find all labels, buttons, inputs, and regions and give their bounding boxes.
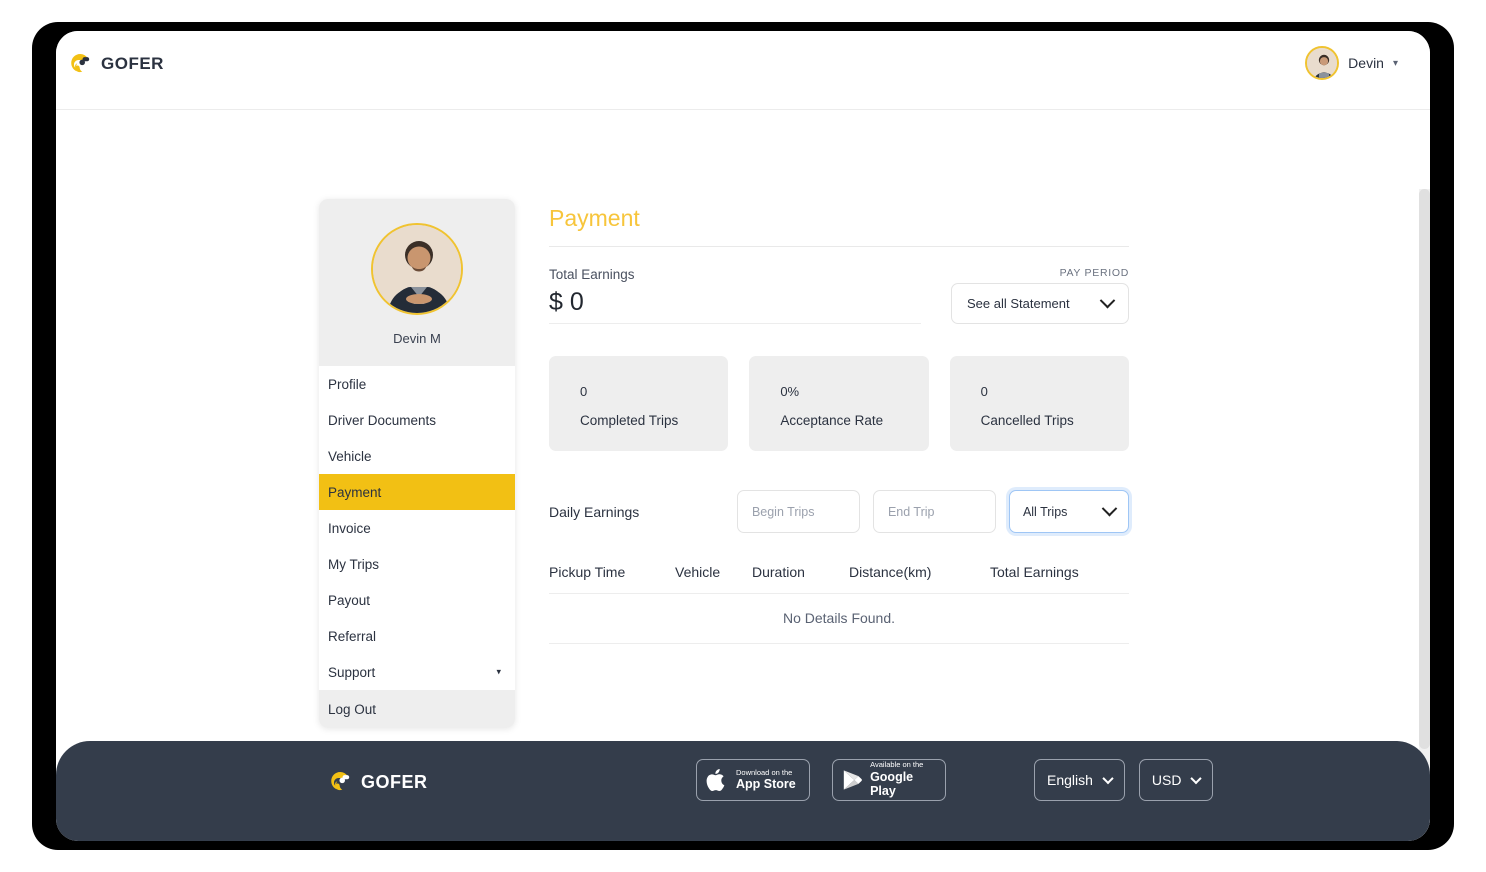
google-play-badge-bottom: Google Play [870, 769, 914, 799]
footer-logo[interactable]: GOFER [328, 769, 428, 795]
stat-card-acceptance-rate: 0% Acceptance Rate [749, 356, 929, 451]
chevron-down-icon: ▾ [496, 666, 501, 677]
daily-earnings-label: Daily Earnings [549, 503, 640, 520]
begin-trips-input[interactable] [736, 490, 860, 533]
stat-value: 0 [980, 384, 988, 399]
column-header-distance: Distance(km) [849, 564, 932, 580]
column-header-duration: Duration [752, 564, 805, 580]
sidebar-item-payout[interactable]: Payout [319, 582, 515, 618]
gofer-logo-icon [331, 772, 350, 791]
trip-type-select-value: All Trips [1022, 504, 1068, 519]
top-navigation-bar: GOFER Devin ▾ [56, 31, 1430, 110]
sidebar-item-label: Support [328, 664, 376, 680]
stat-value: 0 [580, 384, 588, 399]
sidebar-item-referral[interactable]: Referral [319, 618, 515, 654]
total-earnings-divider [549, 323, 921, 324]
sidebar-item-payment[interactable]: Payment [319, 474, 515, 510]
sidebar-item-label: Driver Documents [328, 412, 437, 428]
currency-select[interactable]: USD [1138, 759, 1214, 801]
profile-avatar-image [373, 225, 461, 313]
user-menu[interactable]: Devin ▾ [1305, 46, 1398, 80]
chevron-down-icon: ▾ [1392, 57, 1398, 69]
page-title: Payment [549, 205, 1129, 247]
stat-card-cancelled-trips: 0 Cancelled Trips [949, 356, 1129, 451]
page-content: Devin M Profile Driver Documents Vehicle… [56, 110, 1430, 841]
header-logo[interactable]: GOFER [68, 51, 164, 77]
sidebar-menu: Profile Driver Documents Vehicle Payment… [319, 366, 515, 728]
gofer-logo-icon [71, 54, 90, 73]
google-play-icon [843, 770, 862, 790]
google-play-badge-text: Available on the Google Play [870, 760, 936, 799]
table-empty-message: No Details Found. [549, 594, 1129, 644]
chevron-down-icon [1101, 500, 1118, 517]
column-header-total-earnings: Total Earnings [990, 564, 1079, 580]
header-logo-text: GOFER [101, 54, 164, 73]
app-store-badge-bottom: App Store [736, 777, 796, 792]
statement-select-value: See all Statement [967, 296, 1070, 311]
apple-icon [706, 769, 725, 791]
sidebar-item-label: Invoice [328, 520, 371, 536]
total-earnings-value: $ 0 [549, 288, 584, 316]
sidebar-item-driver-documents[interactable]: Driver Documents [319, 402, 515, 438]
chevron-down-icon [1190, 772, 1203, 785]
google-play-badge[interactable]: Available on the Google Play [832, 759, 946, 801]
google-play-badge-top: Available on the [870, 760, 924, 770]
user-menu-name: Devin [1348, 55, 1384, 71]
stat-label: Completed Trips [580, 413, 679, 428]
sidebar-item-label: Payment [328, 484, 382, 500]
sidebar-profile-name: Devin M [393, 331, 441, 346]
sidebar-item-label: Referral [328, 628, 377, 644]
sidebar-item-label: Payout [328, 592, 371, 608]
sidebar-item-vehicle[interactable]: Vehicle [319, 438, 515, 474]
avatar [1305, 46, 1340, 80]
footer-selects: English USD [1034, 759, 1214, 801]
app-store-badge-top: Download on the [736, 767, 793, 777]
sidebar-item-logout[interactable]: Log Out [319, 690, 515, 728]
daily-earnings-table: Pickup Time Vehicle Duration Distance(km… [549, 564, 1129, 644]
stat-label: Acceptance Rate [780, 413, 884, 428]
statement-select[interactable]: See all Statement [951, 283, 1129, 324]
end-trip-input[interactable] [872, 490, 996, 533]
language-select[interactable]: English [1034, 759, 1125, 801]
total-earnings-label: Total Earnings [549, 267, 635, 282]
avatar-image [1307, 48, 1338, 78]
language-select-value: English [1047, 772, 1093, 788]
column-header-pickup-time: Pickup Time [549, 564, 626, 580]
sidebar-item-label: My Trips [328, 556, 380, 572]
table-header-row: Pickup Time Vehicle Duration Distance(km… [549, 564, 1129, 594]
app-store-badge-text: Download on the App Store [736, 767, 796, 792]
total-earnings-section: Total Earnings $ 0 PAY PERIOD See all St… [549, 267, 1129, 333]
sidebar-profile-header: Devin M [319, 199, 515, 366]
stats-cards: 0 Completed Trips 0% Acceptance Rate 0 C… [549, 356, 1129, 451]
sidebar-item-profile[interactable]: Profile [319, 366, 515, 402]
sidebar-item-label: Profile [328, 376, 367, 392]
scrollbar-thumb[interactable] [1419, 189, 1430, 749]
sidebar-item-label: Log Out [328, 701, 377, 717]
sidebar-item-label: Vehicle [328, 448, 372, 464]
footer-logo-text: GOFER [361, 771, 428, 792]
sidebar-item-my-trips[interactable]: My Trips [319, 546, 515, 582]
profile-avatar [371, 223, 463, 315]
trip-type-select[interactable]: All Trips [1008, 490, 1129, 533]
site-footer: GOFER Download on the App Store Availabl… [56, 741, 1430, 841]
payment-panel: Payment Total Earnings $ 0 PAY PERIOD Se… [549, 205, 1129, 644]
sidebar-item-support[interactable]: Support ▾ [319, 654, 515, 690]
stat-value: 0% [780, 384, 800, 399]
app-store-badges: Download on the App Store Available on t… [696, 759, 946, 801]
daily-earnings-filters: Daily Earnings All Trips [549, 490, 1129, 533]
profile-sidebar: Devin M Profile Driver Documents Vehicle… [319, 199, 515, 728]
currency-select-value: USD [1151, 772, 1182, 788]
chevron-down-icon [1102, 772, 1114, 785]
sidebar-item-invoice[interactable]: Invoice [319, 510, 515, 546]
app-store-badge[interactable]: Download on the App Store [696, 759, 810, 801]
chevron-down-icon [1099, 292, 1116, 309]
browser-viewport: GOFER Devin ▾ Devin M Profile Driver Doc… [56, 31, 1430, 841]
stat-card-completed-trips: 0 Completed Trips [549, 356, 729, 451]
column-header-vehicle: Vehicle [675, 564, 721, 580]
pay-period-label: PAY PERIOD [1059, 267, 1129, 279]
stat-label: Cancelled Trips [980, 413, 1074, 428]
